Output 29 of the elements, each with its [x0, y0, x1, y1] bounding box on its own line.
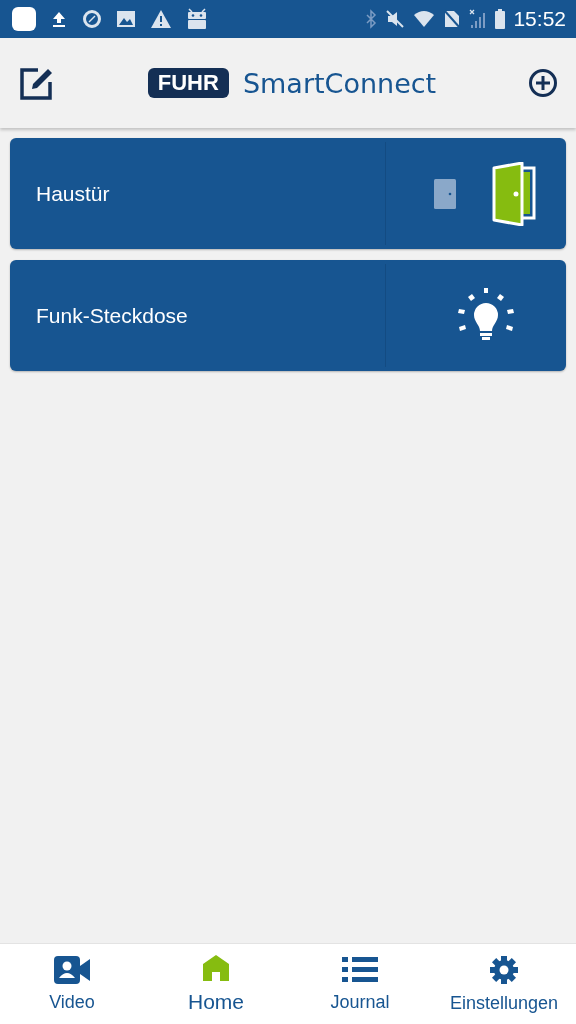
app-notification-icon	[12, 7, 36, 31]
wifi-icon	[413, 10, 436, 28]
clock-time: 15:52	[513, 7, 566, 31]
device-name: Funk-Steckdose	[35, 303, 189, 328]
home-icon	[202, 954, 230, 982]
no-sim-icon	[443, 9, 462, 29]
closed-door-icon[interactable]	[434, 178, 456, 209]
image-icon	[116, 10, 136, 28]
nav-tab[interactable]: Video	[0, 944, 144, 1024]
device-card[interactable]: Funk-Steckdose	[10, 260, 566, 371]
battery-icon	[495, 9, 506, 29]
device-name: Haustür	[35, 181, 111, 206]
bluetooth-icon	[365, 9, 378, 29]
list-icon	[342, 955, 378, 984]
warning-icon	[150, 9, 172, 29]
mute-icon	[385, 9, 406, 29]
device-card[interactable]: Haustür	[10, 138, 566, 249]
upload-icon	[50, 10, 68, 28]
brand-badge: FUHR	[147, 68, 229, 98]
video-camera-icon	[54, 955, 90, 984]
open-door-icon[interactable]	[492, 161, 538, 226]
nav-tab[interactable]: Einstellungen	[432, 944, 576, 1024]
nav-tab[interactable]: Journal	[288, 944, 432, 1024]
add-icon[interactable]	[528, 68, 558, 98]
nav-tab[interactable]: Home	[144, 944, 288, 1024]
app-title: SmartConnect	[242, 67, 437, 99]
robot-icon	[186, 8, 208, 30]
settings-icon	[489, 954, 519, 985]
signal-icon	[469, 9, 488, 29]
